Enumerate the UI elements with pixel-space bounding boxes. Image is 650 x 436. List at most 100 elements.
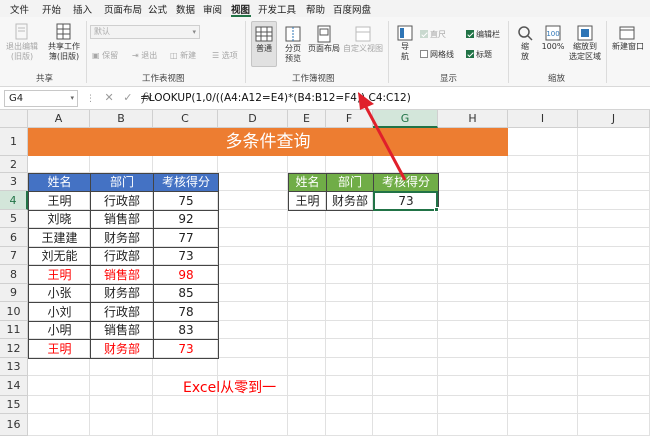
score-cell[interactable]: 75 (153, 191, 219, 211)
column-header-e[interactable]: E (288, 110, 326, 128)
column-header-b[interactable]: B (90, 110, 153, 128)
menu-item-5[interactable]: 数据 (176, 2, 195, 16)
row-header-9[interactable]: 9 (0, 284, 28, 302)
headings-checkbox[interactable]: 标题 (466, 49, 492, 60)
row-header-11[interactable]: 11 (0, 321, 28, 339)
dept-cell[interactable]: 行政部 (90, 302, 154, 322)
exit-button[interactable]: ⇥ 退出 (132, 50, 157, 61)
column-header-j[interactable]: J (578, 110, 650, 128)
formula-bar-checkbox[interactable]: 编辑栏 (466, 29, 500, 40)
score-cell[interactable]: 73 (153, 247, 219, 266)
dept-cell[interactable]: 行政部 (90, 247, 154, 266)
exit-edit-button[interactable]: 退出编辑 (旧版) (6, 23, 38, 62)
name-cell[interactable]: 王明 (28, 191, 91, 211)
row-header-2[interactable]: 2 (0, 156, 28, 173)
row-header-5[interactable]: 5 (0, 210, 28, 228)
navigation-button[interactable]: 导 航 (394, 25, 416, 62)
column-header-c[interactable]: C (153, 110, 218, 128)
lookup-header-cell[interactable]: 姓名 (288, 173, 327, 192)
row-header-14[interactable]: 14 (0, 376, 28, 396)
menu-item-10[interactable]: 百度网盘 (333, 2, 371, 16)
menu-item-1[interactable]: 开始 (42, 2, 61, 16)
menu-item-9[interactable]: 帮助 (306, 2, 325, 16)
name-cell[interactable]: 小明 (28, 321, 91, 340)
row-header-3[interactable]: 3 (0, 173, 28, 191)
menu-item-0[interactable]: 文件 (10, 2, 29, 16)
name-cell[interactable]: 王明 (28, 339, 91, 359)
score-cell[interactable]: 92 (153, 210, 219, 229)
row-header-8[interactable]: 8 (0, 265, 28, 284)
formula-input[interactable]: =LOOKUP(1,0/((A4:A12=E4)*(B4:B12=F4)),C4… (140, 92, 411, 104)
row-header-15[interactable]: 15 (0, 396, 28, 414)
dept-cell[interactable]: 财务部 (90, 339, 154, 359)
score-cell[interactable]: 77 (153, 228, 219, 248)
row-header-16[interactable]: 16 (0, 414, 28, 436)
sheet-title[interactable]: 多条件查询 (28, 128, 508, 156)
select-all-corner[interactable] (0, 110, 28, 128)
row-header-7[interactable]: 7 (0, 247, 28, 265)
menu-item-7[interactable]: 视图 (231, 2, 250, 16)
score-cell[interactable]: 83 (153, 321, 219, 340)
name-cell[interactable]: 王明 (28, 265, 91, 285)
confirm-icon[interactable]: ✓ (123, 91, 132, 104)
row-header-12[interactable]: 12 (0, 339, 28, 358)
keep-button[interactable]: ▣ 保留 (92, 50, 118, 61)
dept-cell[interactable]: 销售部 (90, 265, 154, 285)
gridlines-checkbox[interactable]: 网格线 (420, 49, 454, 60)
lookup-name-cell[interactable]: 王明 (288, 191, 327, 211)
dept-cell[interactable]: 财务部 (90, 284, 154, 303)
page-layout-button[interactable]: 页面布局 (306, 25, 342, 54)
score-cell[interactable]: 98 (153, 265, 219, 285)
table-header-cell[interactable]: 姓名 (28, 173, 91, 192)
score-cell[interactable]: 73 (153, 339, 219, 359)
sheet-view-dropdown[interactable]: 默认 ▾ (90, 25, 200, 39)
lookup-header-cell[interactable]: 考核得分 (373, 173, 439, 192)
column-header-i[interactable]: I (508, 110, 578, 128)
column-header-g[interactable]: G (373, 110, 438, 128)
row-header-1[interactable]: 1 (0, 128, 28, 156)
table-header-cell[interactable]: 考核得分 (153, 173, 219, 192)
table-header-cell[interactable]: 部门 (90, 173, 154, 192)
options-button[interactable]: ☰ 选项 (212, 50, 238, 61)
dept-cell[interactable]: 行政部 (90, 191, 154, 211)
selected-cell-g4[interactable] (373, 191, 438, 211)
normal-view-button[interactable]: 普通 (251, 25, 277, 54)
lookup-header-cell[interactable]: 部门 (326, 173, 374, 192)
score-cell[interactable]: 78 (153, 302, 219, 322)
zoom-selection-button[interactable]: 缩放到 选定区域 (568, 25, 602, 62)
fill-handle[interactable] (434, 207, 439, 212)
name-cell[interactable]: 刘晓 (28, 210, 91, 229)
menu-item-4[interactable]: 公式 (148, 2, 167, 16)
name-box[interactable]: G4 ▾ (4, 90, 78, 107)
menu-item-2[interactable]: 插入 (73, 2, 92, 16)
menu-item-6[interactable]: 审阅 (203, 2, 222, 16)
custom-view-button[interactable]: 自定义视图 (342, 25, 384, 54)
row-header-10[interactable]: 10 (0, 302, 28, 321)
dept-cell[interactable]: 销售部 (90, 321, 154, 340)
column-header-h[interactable]: H (438, 110, 508, 128)
shared-workbook-button[interactable]: 共享工作 簿(旧版) (44, 23, 84, 62)
dept-cell[interactable]: 财务部 (90, 228, 154, 248)
menu-item-3[interactable]: 页面布局 (104, 2, 142, 16)
ruler-checkbox[interactable]: 直尺 (420, 29, 446, 40)
column-header-a[interactable]: A (28, 110, 90, 128)
dept-cell[interactable]: 销售部 (90, 210, 154, 229)
zoom-button[interactable]: 缩 放 (514, 25, 536, 62)
column-header-f[interactable]: F (326, 110, 373, 128)
score-cell[interactable]: 85 (153, 284, 219, 303)
name-cell[interactable]: 王建建 (28, 228, 91, 248)
menu-item-8[interactable]: 开发工具 (258, 2, 296, 16)
name-cell[interactable]: 刘无能 (28, 247, 91, 266)
row-header-4[interactable]: 4 (0, 191, 28, 210)
row-header-13[interactable]: 13 (0, 358, 28, 376)
lookup-dept-cell[interactable]: 财务部 (326, 191, 374, 211)
new-sheet-view-button[interactable]: ◫ 新建 (170, 50, 196, 61)
cancel-icon[interactable]: ✕ (105, 91, 114, 104)
new-window-button[interactable]: 新建窗口 (608, 25, 648, 52)
column-header-d[interactable]: D (218, 110, 288, 128)
name-cell[interactable]: 小张 (28, 284, 91, 303)
zoom-100-button[interactable]: 100 100% (540, 25, 566, 52)
row-header-6[interactable]: 6 (0, 228, 28, 247)
page-break-preview-button[interactable]: 分页 预览 (280, 25, 306, 64)
name-cell[interactable]: 小刘 (28, 302, 91, 322)
